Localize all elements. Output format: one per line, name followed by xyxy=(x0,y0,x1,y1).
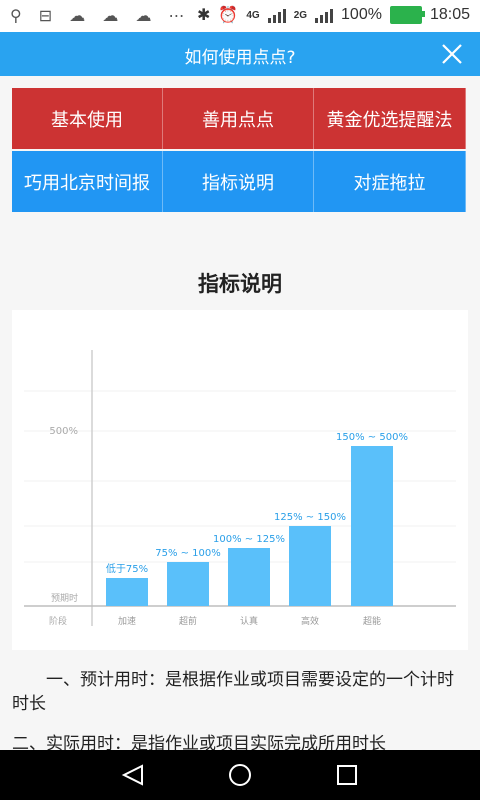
chart-data-label: 125% ~ 150% xyxy=(274,512,346,523)
chart-svg: 500% 预期时阶段 低于75% 加速 75% ~ 100% 超前 100% ~ 125% 认… xyxy=(24,350,456,627)
signal-icon-2 xyxy=(315,7,334,23)
section-title: 指标说明 xyxy=(198,272,282,296)
notification-icons: ⚲ ⊟ ☁ ☁ ☁ ⋯ xyxy=(10,6,191,25)
chart-bar xyxy=(106,578,148,606)
battery-percent: 100% xyxy=(341,6,382,23)
chart-bar xyxy=(289,526,331,606)
navigation-bar xyxy=(0,750,480,800)
home-icon[interactable] xyxy=(227,762,253,788)
chart-data-label: 100% ~ 125% xyxy=(213,534,285,545)
chart-x-tick-label: 加速 xyxy=(118,616,136,627)
chart-bar xyxy=(167,562,209,606)
chart-x-tick-label: 认真 xyxy=(240,615,258,627)
menu-indicator-guide[interactable]: 指标说明 xyxy=(163,151,314,212)
chart-data-label: 低于75% xyxy=(106,562,148,575)
paragraph-estimated-time: 一、预计用时：是根据作业或项目需要设定的一个计时时长 xyxy=(12,670,454,714)
chart-x-tick-label: 高效 xyxy=(301,615,319,627)
menu-beijing-time[interactable]: 巧用北京时间报 xyxy=(12,151,163,212)
chart-data-label: 150% ~ 500% xyxy=(336,432,408,443)
chart-bar xyxy=(228,548,270,606)
menu-make-good-use[interactable]: 善用点点 xyxy=(163,88,314,149)
chart-bar xyxy=(351,446,393,606)
status-bar: ⚲ ⊟ ☁ ☁ ☁ ⋯ ✱ ⏰ 4G 2G 100% 18:05 xyxy=(0,0,480,32)
battery-icon xyxy=(389,6,425,24)
chart-x-row-label: 阶段 xyxy=(49,615,67,627)
menu-grid: 基本使用 善用点点 黄金优选提醒法 巧用北京时间报 指标说明 对症拖拉 xyxy=(12,88,466,212)
menu-cure-procrastination[interactable]: 对症拖拉 xyxy=(314,151,466,212)
header-bar: 如何使用点点? xyxy=(0,32,480,76)
clock: 18:05 xyxy=(429,6,470,23)
paragraph-actual-time: 二、实际用时：是指作业或项目实际完成所用时长 xyxy=(12,734,386,750)
recent-apps-icon[interactable] xyxy=(335,763,359,787)
indicator-chart: 500% 预期时阶段 低于75% 加速 75% ~ 100% 超前 100% ~ 125% 认… xyxy=(12,310,468,650)
back-icon[interactable] xyxy=(120,763,146,787)
chart-x-tick-label: 超能 xyxy=(363,615,381,627)
close-icon[interactable] xyxy=(436,38,468,70)
alarm-icon: ⏰ xyxy=(218,7,239,24)
network-type-2g: 2G xyxy=(293,9,308,21)
chart-y-baseline-label: 预期时 xyxy=(51,592,78,604)
chart-x-tick-label: 超前 xyxy=(179,615,197,627)
network-type-4g: 4G xyxy=(246,9,260,21)
bluetooth-icon: ✱ xyxy=(197,7,211,24)
signal-icon-1 xyxy=(267,7,286,23)
page-title: 如何使用点点? xyxy=(184,48,296,68)
menu-golden-reminder[interactable]: 黄金优选提醒法 xyxy=(314,88,466,149)
menu-basic-usage[interactable]: 基本使用 xyxy=(12,88,163,149)
chart-y-tick-label: 500% xyxy=(49,426,78,437)
chart-data-label: 75% ~ 100% xyxy=(155,548,221,559)
